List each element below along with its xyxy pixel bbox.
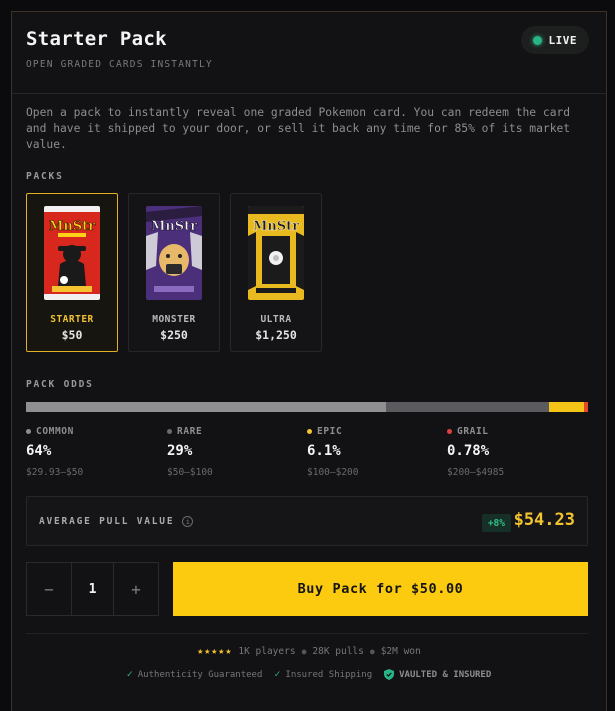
check-icon: ✓	[126, 669, 133, 680]
starter-pack-panel: Starter Pack OPEN GRADED CARDS INSTANTLY…	[11, 11, 607, 711]
buy-pack-button[interactable]: Buy Pack for $50.00	[173, 562, 588, 616]
odds-range-common: $29.93–$50	[26, 467, 84, 478]
odds-tier-common: COMMON	[36, 426, 74, 437]
rare-dot-icon	[167, 429, 172, 434]
shield-icon	[384, 669, 395, 680]
odds-range-grail: $200–$4985	[447, 467, 505, 478]
shipping-label: Insured Shipping	[285, 669, 373, 680]
packs-label: PACKS	[26, 171, 64, 182]
odds-range-epic: $100–$200	[307, 467, 359, 478]
pack-description: Open a pack to instantly reveal one grad…	[26, 106, 571, 151]
odds-tier-epic: EPIC	[317, 426, 343, 437]
average-pull-value-box: AVERAGE PULL VALUE i +8% $54.23	[26, 496, 588, 546]
pack-option-monster[interactable]: MnStr MONSTER $250	[128, 193, 220, 352]
odds-tier-rare: RARE	[177, 426, 203, 437]
ultra-pack-image: MnStr	[248, 206, 304, 300]
average-pull-value: $54.23	[513, 510, 575, 530]
odds-grail: GRAIL 0.78% $200–$4985	[447, 426, 504, 478]
odds-epic: EPIC 6.1% $100–$200	[307, 426, 358, 478]
grail-dot-icon	[447, 429, 452, 434]
live-dot-icon	[532, 35, 542, 45]
decrement-button[interactable]: −	[27, 563, 71, 615]
pack-option-starter[interactable]: MnStr STARTER $50	[26, 193, 118, 352]
odds-bar-common	[26, 402, 387, 412]
pack-name-ultra: ULTRA	[260, 314, 292, 325]
won-amount: $2M won	[380, 646, 421, 657]
authenticity-badge: ✓ Authenticity Guaranteed	[127, 669, 263, 680]
page-subtitle: OPEN GRADED CARDS INSTANTLY	[26, 59, 213, 70]
starter-pack-brand: MnStr	[49, 219, 95, 234]
odds-range-rare: $50–$100	[167, 467, 213, 478]
odds-pct-epic: 6.1%	[307, 443, 341, 459]
separator-dot-icon: ●	[301, 647, 307, 656]
pack-price-monster: $250	[160, 328, 188, 342]
pack-name-monster: MONSTER	[152, 314, 196, 325]
live-label: LIVE	[548, 33, 577, 47]
odds-common: COMMON 64% $29.93–$50	[26, 426, 83, 478]
ultra-pack-brand: MnStr	[253, 219, 299, 234]
page-title: Starter Pack	[26, 28, 167, 50]
pack-odds-label: PACK ODDS	[26, 379, 94, 390]
odds-pct-grail: 0.78%	[447, 443, 490, 459]
social-stats: ★★★★★ 1K players ● 28K pulls ● $2M won	[12, 646, 606, 657]
odds-bar-rare	[386, 402, 550, 412]
average-delta-badge: +8%	[481, 514, 511, 532]
odds-pct-rare: 29%	[167, 443, 193, 459]
vaulted-badge: VAULTED & INSURED	[384, 669, 491, 680]
divider	[26, 633, 588, 634]
authenticity-label: Authenticity Guaranteed	[137, 669, 263, 680]
rating-stars-icon: ★★★★★	[197, 646, 233, 657]
pack-price-starter: $50	[61, 328, 83, 342]
pack-odds-bar	[26, 402, 588, 412]
info-icon[interactable]: i	[182, 516, 194, 527]
increment-button[interactable]: +	[114, 563, 158, 615]
live-badge: LIVE	[520, 26, 589, 54]
monster-pack-brand: MnStr	[151, 219, 197, 234]
starter-pack-image: MnStr	[44, 206, 100, 300]
average-pull-label: AVERAGE PULL VALUE	[39, 516, 175, 527]
odds-bar-epic	[549, 402, 584, 412]
common-dot-icon	[26, 429, 31, 434]
players-count: 1K players	[238, 646, 296, 657]
odds-pct-common: 64%	[26, 443, 52, 459]
odds-tier-grail: GRAIL	[457, 426, 489, 437]
pack-price-ultra: $1,250	[255, 328, 297, 342]
separator-dot-icon: ●	[369, 647, 375, 656]
quantity-value[interactable]: 1	[71, 563, 114, 615]
pulls-count: 28K pulls	[312, 646, 364, 657]
monster-pack-image: MnStr	[146, 206, 202, 300]
vaulted-label: VAULTED & INSURED	[399, 669, 492, 680]
odds-rare: RARE 29% $50–$100	[167, 426, 213, 478]
quantity-stepper: − 1 +	[26, 562, 159, 616]
trust-badges: ✓ Authenticity Guaranteed ✓ Insured Ship…	[12, 669, 606, 680]
epic-dot-icon	[307, 429, 312, 434]
panel-header: Starter Pack OPEN GRADED CARDS INSTANTLY…	[12, 12, 606, 94]
pack-option-ultra[interactable]: MnStr ULTRA $1,250	[230, 193, 322, 352]
pack-name-starter: STARTER	[50, 314, 94, 325]
shipping-badge: ✓ Insured Shipping	[274, 669, 372, 680]
odds-bar-grail	[583, 402, 588, 412]
check-icon: ✓	[274, 669, 281, 680]
